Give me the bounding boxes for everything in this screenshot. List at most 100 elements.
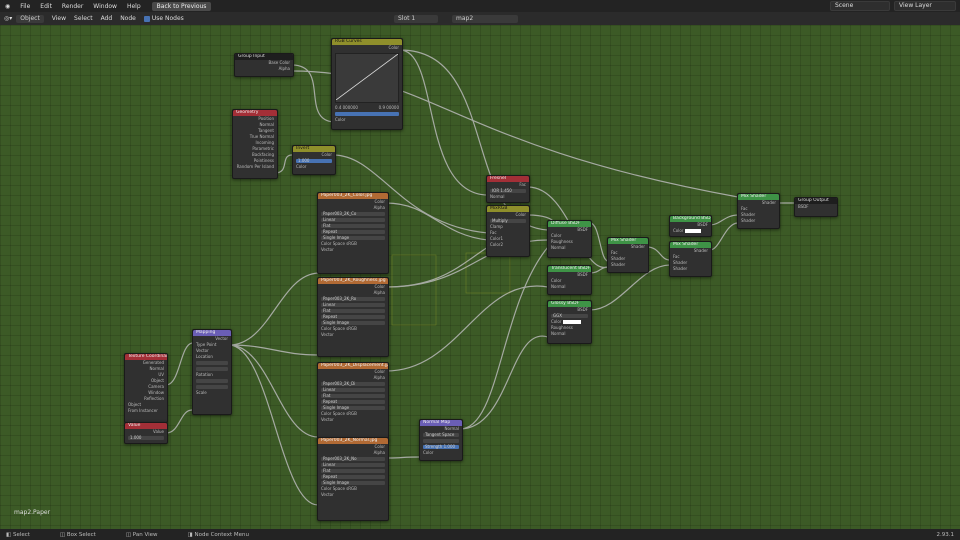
texture-coordinate-node[interactable]: Texture Coordinate Generated Normal UV O… (124, 353, 168, 423)
back-to-previous-button[interactable]: Back to Previous (151, 1, 212, 11)
view-layer-field[interactable]: View Layer (894, 1, 956, 11)
image-texture-normal-node[interactable]: Paper003_2K_Normal.jpg Color Alpha Paper… (317, 437, 389, 521)
strength-field[interactable]: Strength 1.000 (423, 445, 459, 449)
image-texture-color-node[interactable]: Paper003_2K_Color.jpg Color Alpha Paper0… (317, 192, 389, 274)
curve-widget[interactable] (335, 53, 399, 103)
interpolation-dropdown[interactable]: Linear (321, 218, 385, 222)
menu-file[interactable]: File (15, 3, 35, 10)
from-instancer-checkbox[interactable]: From Instancer (125, 408, 167, 414)
invert-node[interactable]: Invert Color 1.000 Color (292, 145, 336, 175)
background-bsdf-node[interactable]: Background BSDF BSDF Color (669, 215, 712, 237)
fac-slider[interactable] (335, 112, 399, 116)
image-field[interactable]: Paper003_2K_No (321, 457, 385, 461)
slot-dropdown[interactable]: Slot 1 (394, 14, 438, 23)
interpolation-dropdown[interactable]: Linear (321, 463, 385, 467)
scene-field[interactable]: Scene (830, 1, 890, 11)
menu-view[interactable]: View (48, 15, 70, 22)
socket-label: Random Per Island (236, 164, 274, 169)
color-space-value: sRGB (346, 326, 357, 331)
material-field[interactable]: map2 (452, 14, 518, 23)
node-editor-header: ◎▾ Object View Select Add Node Use Nodes… (0, 12, 960, 25)
socket-label: Color (296, 164, 307, 169)
checkbox-icon (143, 15, 150, 22)
rotation-x-field[interactable] (196, 379, 228, 383)
menu-add[interactable]: Add (97, 15, 117, 22)
mixrgb-node[interactable]: MixRGB Color Multiply Clamp Fac Color1 C… (486, 205, 530, 257)
fresnel-node[interactable]: Fresnel Fac IOR 1.450 Normal (486, 175, 530, 203)
distribution-dropdown[interactable]: GGX (551, 314, 588, 318)
location-y-field[interactable] (196, 367, 228, 371)
diffuse-bsdf-node[interactable]: Diffuse BSDF BSDF Color Roughness Normal (547, 220, 592, 258)
menu-select[interactable]: Select (70, 15, 97, 22)
uv-map-field[interactable] (423, 439, 459, 443)
socket-label: Scale (196, 390, 207, 395)
normal-map-node[interactable]: Normal Map Normal Tangent Space Strength… (419, 419, 463, 461)
editor-type-icon[interactable]: ◎▾ (0, 15, 16, 22)
socket-label: Normal (551, 284, 566, 289)
image-field[interactable]: Paper003_2K_Co (321, 212, 385, 216)
box-select-hint: ◫ Box Select (60, 532, 96, 538)
mix-shader-node-3[interactable]: Mix Shader Shader Fac Shader Shader (737, 193, 780, 229)
image-field[interactable]: Paper003_2K_Di (321, 382, 385, 386)
group-input-node[interactable]: Group Input Base Color Alpha (234, 53, 294, 77)
menu-render[interactable]: Render (57, 3, 88, 10)
projection-dropdown[interactable]: Flat (321, 309, 385, 313)
image-texture-roughness-node[interactable]: Paper003_2K_Roughness.jpg Color Alpha Pa… (317, 277, 389, 357)
ior-value: 1.450 (500, 188, 512, 193)
socket-label: Vector (321, 492, 334, 497)
projection-dropdown[interactable]: Flat (321, 224, 385, 228)
socket-label: Shader (611, 262, 626, 267)
projection-dropdown[interactable]: Flat (321, 469, 385, 473)
color-space-value: sRGB (346, 486, 357, 491)
mapping-node[interactable]: Mapping Vector Type Point Vector Locatio… (192, 329, 232, 415)
socket-label: Color (551, 319, 562, 324)
extension-dropdown[interactable]: Repeat (321, 475, 385, 479)
glossy-bsdf-node[interactable]: Glossy BSDF BSDF GGX Color Roughness Nor… (547, 300, 592, 344)
rgb-curves-node[interactable]: RGB Curves Color 0.4 000000 0.9 00000 Col… (331, 38, 403, 130)
mix-shader-node-2[interactable]: Mix Shader Shader Fac Shader Shader (669, 241, 712, 277)
source-dropdown[interactable]: Single Image (321, 406, 385, 410)
geometry-node[interactable]: Geometry Position Normal Tangent True No… (232, 109, 278, 179)
fac-field[interactable]: 1.000 (296, 159, 332, 163)
menu-edit[interactable]: Edit (35, 3, 57, 10)
location-x-field[interactable] (196, 361, 228, 365)
translucent-bsdf-node[interactable]: Translucent BSDF BSDF Color Normal (547, 265, 592, 295)
socket-label: Type (196, 342, 206, 347)
context-menu-hint: ◨ Node Context Menu (188, 532, 249, 538)
ior-field[interactable]: IOR 1.450 (490, 189, 526, 193)
select-hint-label: Select (12, 531, 30, 538)
pan-view-hint-label: Pan View (132, 531, 158, 538)
extension-dropdown[interactable]: Repeat (321, 230, 385, 234)
menu-window[interactable]: Window (88, 3, 122, 10)
source-dropdown[interactable]: Single Image (321, 236, 385, 240)
color-swatch[interactable] (562, 320, 581, 324)
interpolation-dropdown[interactable]: Linear (321, 303, 385, 307)
projection-dropdown[interactable]: Flat (321, 394, 385, 398)
group-output-node[interactable]: Group Output BSDF (794, 197, 838, 217)
extension-dropdown[interactable]: Repeat (321, 400, 385, 404)
color-row[interactable]: Color (670, 228, 711, 234)
socket-label: Vector (321, 332, 334, 337)
node-canvas[interactable]: Group Input Base Color Alpha RGB Curves … (0, 25, 960, 529)
source-dropdown[interactable]: Single Image (321, 481, 385, 485)
blend-mode-dropdown[interactable]: Multiply (490, 219, 526, 223)
mix-shader-node-1[interactable]: Mix Shader Shader Fac Shader Shader (607, 237, 649, 273)
image-texture-displacement-node[interactable]: Paper003_2K_Displacement.jpg Color Alpha… (317, 362, 389, 442)
rotation-y-field[interactable] (196, 385, 228, 389)
blender-logo-icon[interactable]: ◉ (0, 3, 15, 10)
image-field[interactable]: Paper003_2K_Ro (321, 297, 385, 301)
value-node[interactable]: Value Value 1.000 (124, 422, 168, 444)
scene-selector-group: Scene View Layer (830, 1, 956, 11)
color-swatch[interactable] (684, 229, 701, 233)
extension-dropdown[interactable]: Repeat (321, 315, 385, 319)
interpolation-dropdown[interactable]: Linear (321, 388, 385, 392)
menu-node[interactable]: Node (116, 15, 140, 22)
mode-dropdown[interactable]: Object (16, 14, 44, 23)
use-nodes-checkbox[interactable]: Use Nodes (140, 15, 188, 22)
value-field[interactable]: 1.000 (128, 436, 164, 440)
space-dropdown[interactable]: Tangent Space (423, 433, 459, 437)
menu-help[interactable]: Help (122, 3, 146, 10)
source-dropdown[interactable]: Single Image (321, 321, 385, 325)
curve-range-row: 0.4 000000 0.9 00000 (332, 105, 402, 111)
node-wires (165, 49, 795, 506)
